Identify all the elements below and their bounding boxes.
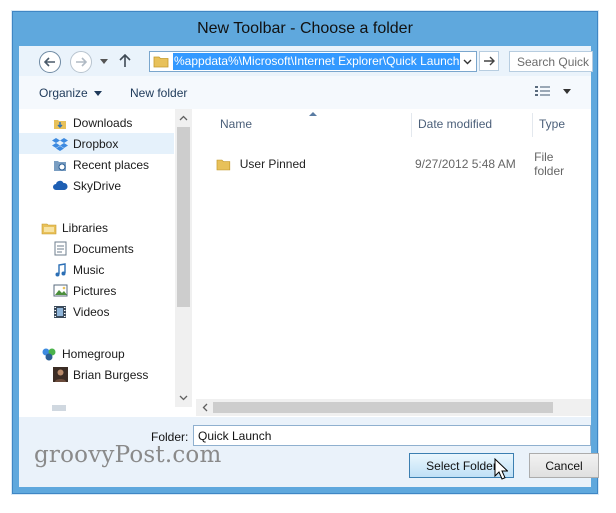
go-button[interactable] [479,51,499,71]
back-button[interactable] [39,51,61,73]
title-bar: New Toolbar - Choose a folder [13,12,597,46]
dropbox-icon [52,136,68,152]
cancel-label: Cancel [545,458,583,473]
cancel-button[interactable]: Cancel [529,453,599,478]
address-dropdown-button[interactable] [460,54,474,69]
folder-icon [216,159,231,170]
navigation-bar: %appdata%\Microsoft\Internet Explorer\Qu… [19,46,593,76]
libraries-icon [41,220,57,236]
dialog-content: Downloads Dropbox Recent places SkyDrive… [19,109,591,417]
homegroup-icon [41,346,57,362]
forward-button[interactable] [70,51,92,73]
organize-label: Organize [39,86,88,100]
navigation-pane: Downloads Dropbox Recent places SkyDrive… [19,109,187,417]
recent-locations-dropdown[interactable] [98,56,110,66]
nav-item-partial [52,405,66,411]
select-folder-label: Select Folder [426,458,497,473]
user-avatar-icon [52,367,68,383]
chevron-down-icon [93,90,102,96]
nav-item-label: Pictures [73,283,117,298]
window-title: New Toolbar - Choose a folder [197,20,413,37]
sort-ascending-icon [309,112,317,116]
nav-item-pictures[interactable]: Pictures [19,280,174,301]
chevron-down-icon [100,58,108,64]
nav-item-label: SkyDrive [73,178,122,193]
chevron-down-icon [563,88,571,94]
downloads-icon [52,115,68,131]
up-button[interactable] [117,52,133,70]
videos-icon [52,304,68,320]
nav-item-recent-places[interactable]: Recent places [19,154,174,175]
column-separator[interactable] [532,113,533,137]
nav-item-skydrive[interactable]: SkyDrive [19,175,174,196]
column-header-date-modified[interactable]: Date modified [418,117,492,131]
watermark: groovyPost.com [34,442,222,468]
nav-item-documents[interactable]: Documents [19,238,174,259]
music-icon [52,262,68,278]
folder-name-input[interactable]: Quick Launch [193,425,591,446]
organize-menu-button[interactable]: Organize [39,86,102,100]
nav-item-label: Dropbox [73,136,119,151]
chevron-down-icon [463,59,471,64]
search-input[interactable]: Search Quick ... [509,51,593,72]
nav-item-downloads[interactable]: Downloads [19,112,174,133]
nav-item-music[interactable]: Music [19,259,174,280]
address-bar[interactable]: %appdata%\Microsoft\Internet Explorer\Qu… [149,51,477,72]
nav-item-label: Brian Burgess [73,367,149,382]
details-view-icon [535,86,550,96]
column-separator[interactable] [411,113,412,137]
column-header-name[interactable]: Name [220,117,252,131]
nav-item-libraries[interactable]: Libraries [19,217,174,238]
nav-item-label: Homegroup [62,346,125,361]
view-options-button[interactable] [535,85,571,97]
nav-item-label: Music [73,262,105,277]
nav-item-label: Videos [73,304,110,319]
file-list-pane: Name Date modified Type User Pinned 9/27… [196,109,591,417]
nav-item-dropbox[interactable]: Dropbox [19,133,174,154]
nav-pane-scrollbar[interactable] [175,109,192,407]
up-arrow-icon [119,54,131,67]
recent-places-icon [52,157,68,173]
nav-item-videos[interactable]: Videos [19,301,174,322]
file-name: User Pinned [239,157,306,171]
nav-item-label: Recent places [73,157,150,172]
file-date-modified: 9/27/2012 5:48 AM [415,157,516,171]
address-path[interactable]: %appdata%\Microsoft\Internet Explorer\Qu… [173,53,461,70]
nav-item-brian-burgess[interactable]: Brian Burgess [19,364,174,385]
new-folder-button[interactable]: New folder [130,86,187,100]
nav-item-homegroup[interactable]: Homegroup [19,343,174,364]
pictures-icon [52,283,68,299]
mouse-pointer-icon [494,458,508,480]
arrow-right-icon [484,56,495,66]
forward-arrow-icon [76,57,87,67]
column-header-type[interactable]: Type [539,117,565,131]
scroll-down-arrow-icon[interactable] [175,391,192,405]
new-folder-label: New folder [130,86,188,100]
scroll-up-arrow-icon[interactable] [175,111,192,125]
scrollbar-thumb[interactable] [213,402,553,413]
nav-item-label: Libraries [62,220,109,235]
command-toolbar: Organize New folder [19,76,591,110]
nav-item-label: Documents [73,241,134,256]
dialog-window: New Toolbar - Choose a folder %appdata%\… [12,11,599,494]
file-type: File folder [534,150,565,178]
cloud-icon [52,178,68,194]
scroll-left-arrow-icon[interactable] [198,399,212,416]
table-row[interactable]: User Pinned 9/27/2012 5:48 AM File folde… [216,150,586,178]
nav-item-label: Downloads [73,115,133,130]
scrollbar-thumb[interactable] [177,127,190,307]
documents-icon [52,241,68,257]
file-list-hscrollbar[interactable] [196,399,591,416]
folder-icon [153,56,169,68]
back-arrow-icon [44,57,55,67]
